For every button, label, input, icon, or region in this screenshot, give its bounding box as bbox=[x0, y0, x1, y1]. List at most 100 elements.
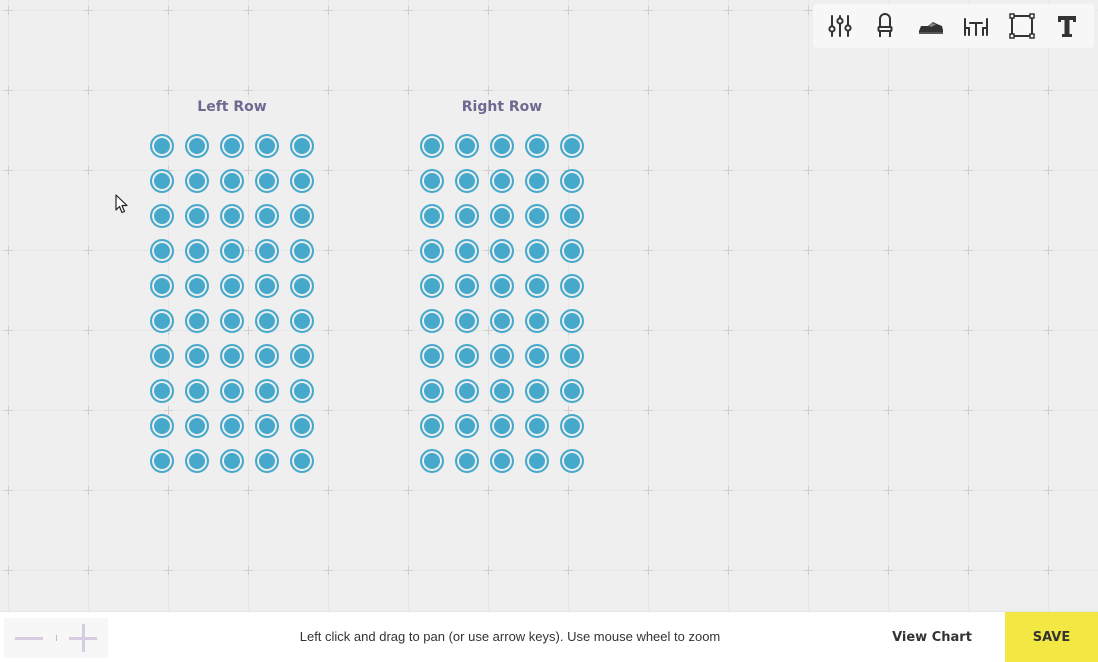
seat[interactable] bbox=[290, 414, 314, 438]
seat[interactable] bbox=[255, 449, 279, 473]
seat[interactable] bbox=[455, 449, 479, 473]
seat[interactable] bbox=[220, 274, 244, 298]
zoom-out-button[interactable] bbox=[12, 621, 46, 655]
chair-tool-button[interactable] bbox=[867, 8, 903, 44]
seat[interactable] bbox=[185, 169, 209, 193]
seat[interactable] bbox=[420, 274, 444, 298]
seat[interactable] bbox=[290, 169, 314, 193]
seat[interactable] bbox=[150, 344, 174, 368]
seat[interactable] bbox=[150, 449, 174, 473]
seat[interactable] bbox=[560, 309, 584, 333]
seat[interactable] bbox=[255, 204, 279, 228]
seat[interactable] bbox=[525, 414, 549, 438]
seat[interactable] bbox=[255, 134, 279, 158]
seat[interactable] bbox=[150, 379, 174, 403]
seat[interactable] bbox=[560, 379, 584, 403]
seat[interactable] bbox=[490, 344, 514, 368]
seat[interactable] bbox=[420, 134, 444, 158]
seat[interactable] bbox=[220, 309, 244, 333]
seat[interactable] bbox=[185, 239, 209, 263]
seat[interactable] bbox=[525, 344, 549, 368]
seat[interactable] bbox=[255, 239, 279, 263]
seat[interactable] bbox=[185, 309, 209, 333]
seat[interactable] bbox=[150, 414, 174, 438]
seat[interactable] bbox=[560, 274, 584, 298]
seat[interactable] bbox=[185, 344, 209, 368]
seat[interactable] bbox=[220, 414, 244, 438]
booth-tool-button[interactable] bbox=[913, 8, 949, 44]
seat[interactable] bbox=[220, 379, 244, 403]
seat[interactable] bbox=[290, 239, 314, 263]
seat[interactable] bbox=[490, 239, 514, 263]
seat[interactable] bbox=[420, 449, 444, 473]
seat[interactable] bbox=[150, 169, 174, 193]
zoom-in-button[interactable] bbox=[66, 621, 100, 655]
seat[interactable] bbox=[455, 274, 479, 298]
seat[interactable] bbox=[255, 309, 279, 333]
seat[interactable] bbox=[290, 204, 314, 228]
seat[interactable] bbox=[220, 449, 244, 473]
seat[interactable] bbox=[150, 239, 174, 263]
seat[interactable] bbox=[255, 414, 279, 438]
save-button[interactable]: SAVE bbox=[1005, 612, 1098, 662]
view-chart-button[interactable]: View Chart bbox=[862, 612, 1002, 662]
seat[interactable] bbox=[420, 309, 444, 333]
seat[interactable] bbox=[220, 169, 244, 193]
table-tool-button[interactable] bbox=[958, 8, 994, 44]
seat[interactable] bbox=[220, 344, 244, 368]
seat[interactable] bbox=[255, 169, 279, 193]
seat[interactable] bbox=[185, 134, 209, 158]
seat[interactable] bbox=[455, 309, 479, 333]
seat[interactable] bbox=[420, 239, 444, 263]
seat[interactable] bbox=[490, 169, 514, 193]
shape-tool-button[interactable] bbox=[1004, 8, 1040, 44]
seat[interactable] bbox=[525, 274, 549, 298]
seat[interactable] bbox=[560, 449, 584, 473]
seat[interactable] bbox=[255, 344, 279, 368]
seat[interactable] bbox=[185, 449, 209, 473]
seat[interactable] bbox=[455, 344, 479, 368]
seat[interactable] bbox=[490, 204, 514, 228]
seat[interactable] bbox=[560, 134, 584, 158]
seat[interactable] bbox=[290, 344, 314, 368]
seat[interactable] bbox=[420, 344, 444, 368]
seat[interactable] bbox=[490, 274, 514, 298]
seat[interactable] bbox=[150, 309, 174, 333]
seat[interactable] bbox=[525, 449, 549, 473]
seat[interactable] bbox=[560, 414, 584, 438]
seat[interactable] bbox=[185, 379, 209, 403]
adjust-tool-button[interactable] bbox=[822, 8, 858, 44]
seat[interactable] bbox=[290, 449, 314, 473]
seat[interactable] bbox=[525, 309, 549, 333]
seat[interactable] bbox=[455, 134, 479, 158]
seat[interactable] bbox=[290, 134, 314, 158]
seat[interactable] bbox=[220, 239, 244, 263]
seat[interactable] bbox=[185, 414, 209, 438]
seat[interactable] bbox=[525, 169, 549, 193]
seat[interactable] bbox=[455, 379, 479, 403]
seat[interactable] bbox=[290, 274, 314, 298]
seat[interactable] bbox=[525, 134, 549, 158]
seat[interactable] bbox=[150, 204, 174, 228]
seat[interactable] bbox=[455, 169, 479, 193]
seat[interactable] bbox=[490, 134, 514, 158]
seat[interactable] bbox=[420, 414, 444, 438]
seat[interactable] bbox=[560, 239, 584, 263]
seat[interactable] bbox=[490, 309, 514, 333]
seat[interactable] bbox=[290, 309, 314, 333]
section-label-left[interactable]: Left Row bbox=[142, 99, 322, 115]
seat[interactable] bbox=[420, 169, 444, 193]
seat[interactable] bbox=[185, 204, 209, 228]
seat[interactable] bbox=[185, 274, 209, 298]
text-tool-button[interactable] bbox=[1049, 8, 1085, 44]
seat[interactable] bbox=[525, 239, 549, 263]
seat[interactable] bbox=[255, 274, 279, 298]
seat[interactable] bbox=[490, 449, 514, 473]
seat[interactable] bbox=[525, 204, 549, 228]
seat[interactable] bbox=[455, 204, 479, 228]
seat[interactable] bbox=[525, 379, 549, 403]
seat[interactable] bbox=[490, 379, 514, 403]
seat[interactable] bbox=[560, 169, 584, 193]
seat[interactable] bbox=[560, 344, 584, 368]
seat[interactable] bbox=[455, 414, 479, 438]
